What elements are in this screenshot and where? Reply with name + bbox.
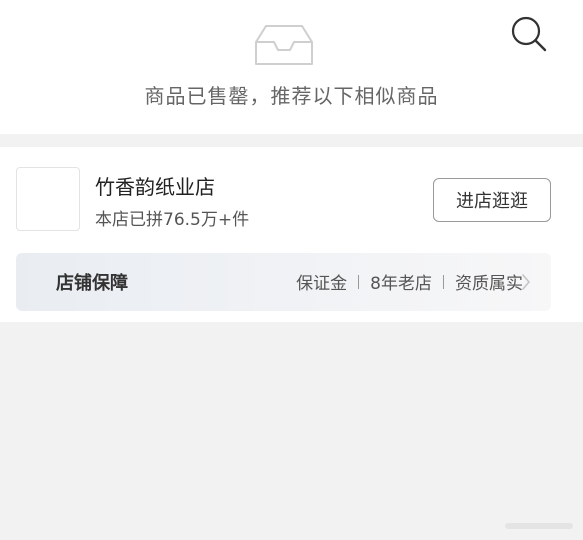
divider <box>358 274 360 289</box>
soldout-header: 商品已售罄，推荐以下相似商品 <box>0 0 583 134</box>
divider <box>443 274 444 289</box>
shop-logo[interactable] <box>16 167 80 231</box>
guarantee-title: 店铺保障 <box>56 273 128 294</box>
chevron-right-icon <box>522 274 530 290</box>
shop-sales-count: 本店已拼76.5万+件 <box>95 210 250 230</box>
shop-guarantee-bar[interactable]: 店铺保障 保证金 8年老店 资质属实 <box>16 253 551 311</box>
visit-store-button[interactable]: 进店逛逛 <box>433 178 551 222</box>
guarantee-item-shop-age: 8年老店 <box>370 274 432 294</box>
empty-recommendations-area <box>0 322 583 540</box>
soldout-message: 商品已售罄，推荐以下相似商品 <box>144 84 439 108</box>
empty-box-icon <box>255 25 313 65</box>
guarantee-item-deposit: 保证金 <box>296 274 348 294</box>
watermark-icon <box>505 523 573 529</box>
shop-name[interactable]: 竹香韵纸业店 <box>95 171 215 200</box>
search-icon[interactable] <box>509 14 549 54</box>
guarantee-item-qualification: 资质属实 <box>455 274 523 294</box>
guarantee-items: 保证金 8年老店 资质属实 <box>296 269 523 294</box>
shop-card: 竹香韵纸业店 本店已拼76.5万+件 进店逛逛 店铺保障 保证金 8年老店 资质… <box>0 147 583 322</box>
